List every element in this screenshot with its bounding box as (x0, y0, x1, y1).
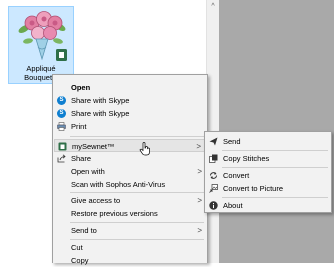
menu-item-share-with-skype-1[interactable]: S Share with Skype (54, 94, 206, 107)
menu-item-open-with[interactable]: Open with > (54, 165, 206, 178)
convert-to-picture-icon (209, 184, 218, 193)
submenu-item-label: Send (223, 137, 241, 146)
menu-separator (222, 197, 328, 198)
menu-item-print[interactable]: Print (54, 120, 206, 133)
menu-item-label: Share with Skype (71, 96, 130, 105)
menu-separator (70, 239, 204, 240)
menu-item-label: Copy (71, 256, 89, 265)
submenu-arrow-icon: > (197, 226, 202, 235)
copy-stitches-icon (209, 154, 218, 163)
menu-item-label: Scan with Sophos Anti-Virus (71, 180, 166, 189)
info-icon (209, 201, 218, 210)
menu-item-label: Print (71, 122, 87, 131)
file-item[interactable]: Appliqué Bouquet.v (8, 6, 74, 84)
skype-icon: S (57, 96, 66, 105)
menu-separator (222, 167, 328, 168)
file-name-line-1: Appliqué (26, 64, 56, 73)
mysewnet-icon (58, 142, 67, 151)
menu-item-label: Open with (71, 167, 105, 176)
submenu-item-convert-to-picture[interactable]: Convert to Picture (206, 182, 330, 195)
skype-icon: S (57, 109, 66, 118)
menu-item-mysewnet[interactable]: mySewnet™ > (54, 139, 206, 152)
submenu-item-convert[interactable]: Convert (206, 169, 330, 182)
submenu-item-label: Copy Stitches (223, 154, 270, 163)
menu-separator (222, 150, 328, 151)
menu-separator (70, 192, 204, 193)
submenu-item-copy-stitches[interactable]: Copy Stitches (206, 152, 330, 165)
send-icon (209, 137, 218, 146)
menu-item-label: Share with Skype (71, 109, 130, 118)
menu-item-label: Restore previous versions (71, 209, 158, 218)
menu-item-label: Share (71, 154, 92, 163)
menu-item-send-to[interactable]: Send to > (54, 224, 206, 237)
context-menu: Open S Share with Skype S Share with Sky… (52, 74, 208, 265)
share-icon (57, 154, 66, 163)
menu-item-copy[interactable]: Copy (54, 254, 206, 267)
menu-item-scan-sophos[interactable]: Scan with Sophos Anti-Virus (54, 178, 206, 191)
bouquet-thumbnail-icon (18, 11, 67, 61)
submenu-item-about[interactable]: About (206, 199, 330, 212)
menu-item-open-label: Open (71, 83, 91, 92)
convert-icon (210, 172, 217, 179)
submenu-arrow-icon: > (197, 167, 202, 176)
submenu-item-send[interactable]: Send (206, 135, 330, 148)
menu-item-share-with-skype-2[interactable]: S Share with Skype (54, 107, 206, 120)
menu-item-cut[interactable]: Cut (54, 241, 206, 254)
menu-item-label: Cut (71, 243, 83, 252)
menu-item-restore-versions[interactable]: Restore previous versions (54, 207, 206, 220)
submenu-item-label: Convert to Picture (223, 184, 284, 193)
submenu-arrow-icon: > (197, 196, 202, 205)
mysewnet-submenu: Send Copy Stitches Convert Convert to Pi… (204, 131, 332, 213)
menu-item-give-access[interactable]: Give access to > (54, 194, 206, 207)
scroll-up-arrow-icon[interactable]: ^ (207, 2, 219, 12)
menu-item-label: Give access to (71, 196, 121, 205)
menu-separator (70, 136, 204, 137)
menu-item-open[interactable]: Open (54, 81, 206, 94)
printer-icon (57, 122, 66, 131)
mouse-cursor-icon (139, 142, 150, 156)
menu-separator (70, 222, 204, 223)
submenu-item-label: About (223, 201, 243, 210)
submenu-item-label: Convert (223, 171, 250, 180)
menu-item-share[interactable]: Share (54, 152, 206, 165)
menu-item-label: Send to (71, 226, 97, 235)
